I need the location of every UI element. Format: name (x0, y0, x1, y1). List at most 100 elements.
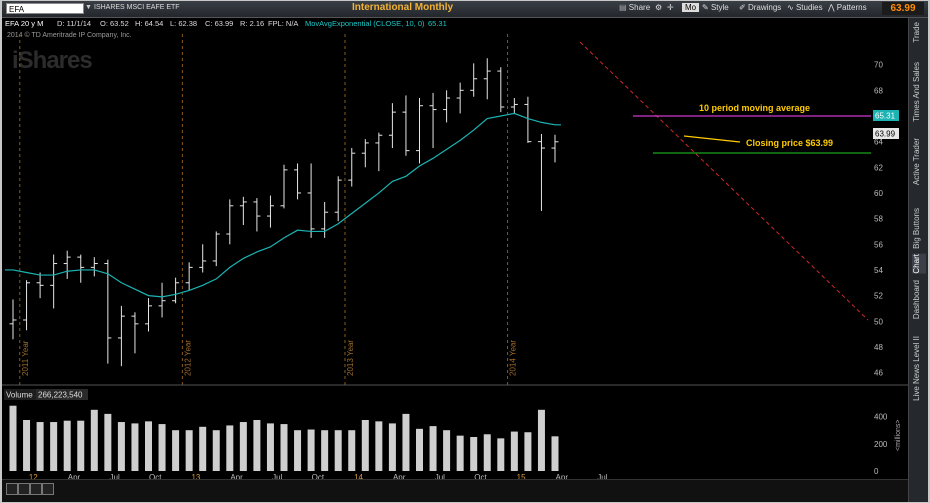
volume-tick-label: 200 (874, 440, 888, 449)
price-bar (158, 282, 166, 318)
zoom-icon[interactable] (18, 483, 30, 495)
price-bar (131, 312, 139, 354)
volume-bar (253, 420, 261, 471)
volume-bar (226, 425, 234, 471)
price-bar (537, 133, 545, 211)
volume-units: <millions> (895, 419, 902, 451)
y-tick-label: 56 (874, 240, 883, 249)
svg-text:63.99: 63.99 (875, 130, 896, 139)
price-bar (294, 163, 302, 200)
expand-icon[interactable] (6, 483, 18, 495)
price-bar (402, 95, 410, 156)
volume-bar (280, 424, 288, 471)
price-bar (429, 92, 437, 149)
y-tick-label: 52 (874, 292, 883, 301)
y-tick-label: 58 (874, 215, 883, 224)
price-bar (266, 195, 274, 228)
volume-bar (77, 420, 85, 471)
volume-bar (361, 420, 369, 471)
price-bar (63, 250, 71, 279)
y-tick-label: 46 (874, 369, 883, 378)
volume-bar (23, 420, 31, 471)
volume-bar (497, 438, 505, 471)
pan-icon[interactable] (30, 483, 42, 495)
side-tab-dashboard[interactable]: Dashboard (912, 280, 926, 319)
volume-bar (172, 430, 180, 471)
y-tick-label: 60 (874, 189, 883, 198)
ema-annotation: 10 period moving average (699, 103, 810, 113)
price-bar (145, 298, 152, 332)
volume-tick-label: 400 (874, 413, 888, 422)
volume-bar (199, 426, 207, 471)
side-tab-chart[interactable]: Chart (912, 254, 926, 274)
side-panel: Trade Times And Sales Active Trader Big But… (908, 18, 928, 502)
volume-bar (104, 413, 112, 471)
price-bar (212, 231, 220, 267)
volume-bar (456, 435, 464, 471)
side-tab-live-news[interactable]: Live News (912, 364, 926, 401)
price-bar (185, 262, 193, 291)
side-tab-times-and-sales[interactable]: Times And Sales (912, 62, 926, 122)
volume-bar (266, 423, 274, 471)
price-bar (388, 103, 396, 149)
volume-tick-label: 0 (874, 467, 879, 476)
year-marker-label: 2013 Year (346, 340, 355, 376)
price-bar (36, 272, 44, 299)
volume-bar (131, 423, 139, 471)
price-bar (497, 67, 505, 113)
volume-bar (443, 430, 451, 471)
volume-bar (321, 430, 329, 471)
side-tab-active-trader[interactable]: Active Trader (912, 138, 926, 185)
price-bar (470, 63, 478, 97)
price-bar (90, 257, 98, 277)
volume-bar (375, 421, 383, 471)
volume-bar (145, 421, 152, 471)
price-bar (510, 98, 518, 114)
chart-bottom-bar (2, 479, 908, 502)
close-price-marker: 63.99 (873, 128, 899, 139)
side-tab-level-ii[interactable]: Level II (912, 336, 926, 362)
price-bar (50, 254, 58, 309)
svg-text:Volume: Volume (6, 391, 33, 400)
volume-bar (185, 430, 193, 471)
price-bar (77, 254, 85, 283)
volume-bar (307, 429, 315, 471)
volume-bar (117, 422, 125, 471)
price-bar (483, 58, 491, 100)
price-bar (226, 199, 234, 245)
volume-bar (9, 405, 17, 471)
side-tab-big-buttons[interactable]: Big Buttons (912, 208, 926, 249)
volume-bar (402, 413, 410, 471)
price-bar (9, 299, 17, 340)
trend-line[interactable] (579, 41, 869, 321)
volume-bar (429, 426, 437, 471)
volume-bar (551, 436, 559, 471)
svg-text:266,223,540: 266,223,540 (38, 391, 83, 400)
volume-bar (90, 409, 98, 471)
price-bar (456, 82, 464, 114)
volume-bar (294, 430, 302, 471)
volume-bar (416, 428, 423, 471)
price-bar (416, 98, 423, 164)
chart-window: EFA ▼ ISHARES MSCI EAFE ETF Internationa… (2, 1, 928, 502)
y-tick-label: 62 (874, 163, 883, 172)
price-bar (551, 134, 559, 163)
volume-bar (470, 437, 478, 471)
volume-bar (334, 430, 342, 471)
price-bar (361, 139, 369, 168)
svg-text:65.31: 65.31 (875, 112, 896, 121)
price-chart[interactable]: 2011 Year 2012 Year 2013 Year 2014 Year 46 4… (2, 1, 908, 479)
volume-bar (510, 431, 518, 471)
volume-bar (212, 430, 220, 471)
price-bar (307, 163, 315, 238)
side-tab-trade[interactable]: Trade (912, 22, 926, 43)
volume-bar (524, 432, 532, 471)
draw-icon[interactable] (42, 483, 54, 495)
y-tick-label: 50 (874, 317, 883, 326)
price-bar (23, 280, 31, 331)
price-bar (321, 201, 329, 238)
volume-bar (348, 430, 356, 471)
close-annotation-pointer (683, 135, 741, 143)
price-bar (443, 90, 451, 123)
ema-line (5, 112, 561, 298)
